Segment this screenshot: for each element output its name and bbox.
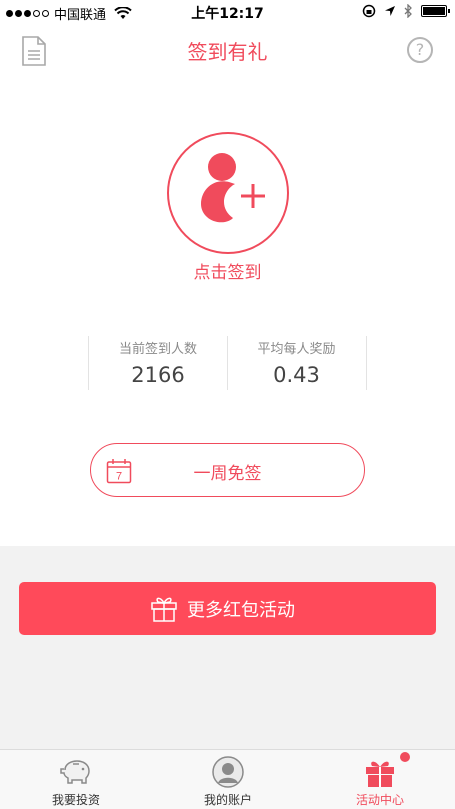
user-avatar-icon: [212, 756, 244, 788]
tab-account[interactable]: 我的账户: [152, 750, 304, 809]
location-arrow-icon: [385, 6, 395, 16]
lower-section: [0, 546, 455, 749]
more-red-packet-label: 更多红包活动: [187, 600, 295, 621]
rotation-lock-icon: [362, 4, 376, 18]
gift-icon: [151, 597, 177, 622]
status-bar: 中国联通 上午12:17: [0, 0, 455, 24]
status-right: [362, 4, 450, 18]
gift-icon: [366, 761, 394, 787]
nav-header: 签到有礼 ?: [0, 24, 455, 76]
week-free-sign-button[interactable]: 7 一周免签: [90, 443, 365, 497]
more-red-packet-button[interactable]: 更多红包活动: [19, 582, 436, 635]
notification-badge: [400, 752, 410, 762]
stats-panel: 当前签到人数 2166 平均每人奖励 0.43: [88, 336, 368, 390]
tab-invest[interactable]: 我要投资: [0, 750, 152, 809]
stat-signed-count: 当前签到人数 2166: [88, 336, 228, 390]
stat-label: 平均每人奖励: [257, 342, 336, 357]
week-free-sign-label: 一周免签: [193, 464, 262, 484]
sign-in-button[interactable]: [167, 132, 289, 254]
tab-label: 活动中心: [355, 793, 404, 807]
piggy-bank-icon: [60, 760, 90, 784]
tab-label: 我要投资: [51, 793, 100, 807]
page-title: 签到有礼: [187, 40, 268, 64]
tab-label: 我的账户: [203, 793, 252, 807]
stat-label: 当前签到人数: [118, 342, 197, 357]
add-user-icon: [201, 153, 265, 223]
bluetooth-icon: [404, 4, 412, 18]
battery-icon: [421, 5, 450, 17]
stat-value: 0.43: [273, 363, 320, 387]
sign-in-label[interactable]: 点击签到: [0, 258, 455, 283]
tab-activity-center[interactable]: 活动中心: [304, 750, 455, 809]
stat-value: 2166: [131, 363, 185, 387]
stat-average-reward: 平均每人奖励 0.43: [227, 336, 367, 390]
help-icon[interactable]: ?: [407, 37, 433, 63]
tab-bar: 我要投资 我的账户 活动中心: [0, 749, 455, 809]
